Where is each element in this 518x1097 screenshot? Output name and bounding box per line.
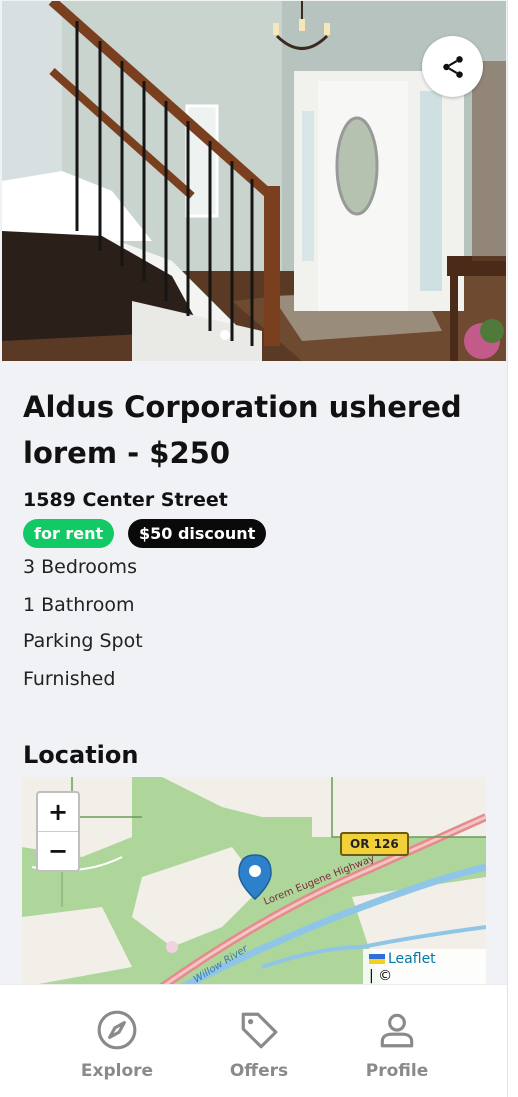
nav-profile-label: Profile	[365, 1061, 429, 1081]
listing-page: Aldus Corporation ushered lorem - $250 1…	[0, 0, 508, 1097]
location-map[interactable]: OR 126 Lorem Eugene Highway Willow River…	[22, 777, 486, 987]
map-attribution: Leaflet | ©	[363, 949, 486, 987]
listing-title: Aldus Corporation ushered lorem - $250	[23, 390, 462, 470]
nav-offers[interactable]: Offers	[199, 1009, 319, 1081]
nav-offers-label: Offers	[229, 1061, 289, 1081]
zoom-out-button[interactable]: −	[38, 832, 78, 870]
share-icon	[442, 55, 463, 78]
nav-explore-label: Explore	[80, 1061, 154, 1081]
user-icon	[380, 1013, 414, 1048]
zoom-in-button[interactable]: +	[38, 793, 78, 832]
feature-bedrooms: 3 Bedrooms	[23, 556, 137, 578]
listing-photo[interactable]	[2, 1, 506, 361]
for-rent-badge: for rent	[23, 519, 115, 548]
listing-address: 1589 Center Street	[23, 489, 228, 511]
bottom-nav: Explore Offers Profile	[0, 984, 507, 1097]
nav-explore[interactable]: Explore	[57, 1009, 177, 1081]
leaflet-link[interactable]: Leaflet	[388, 951, 436, 967]
discount-badge: $50 discount	[128, 519, 267, 548]
location-heading: Location	[23, 741, 139, 769]
attribution-text: | ©	[369, 968, 393, 984]
feature-furnished: Furnished	[23, 668, 116, 690]
ukraine-flag-icon	[369, 954, 385, 964]
nav-profile[interactable]: Profile	[337, 1009, 457, 1081]
carousel-dot[interactable]	[220, 330, 230, 340]
route-shield: OR 126	[340, 832, 409, 856]
compass-icon	[97, 1010, 137, 1050]
tag-icon	[241, 1012, 278, 1049]
feature-parking: Parking Spot	[23, 630, 143, 652]
share-button[interactable]	[422, 36, 483, 97]
map-zoom-control: + −	[36, 791, 80, 872]
feature-bathroom: 1 Bathroom	[23, 594, 135, 616]
